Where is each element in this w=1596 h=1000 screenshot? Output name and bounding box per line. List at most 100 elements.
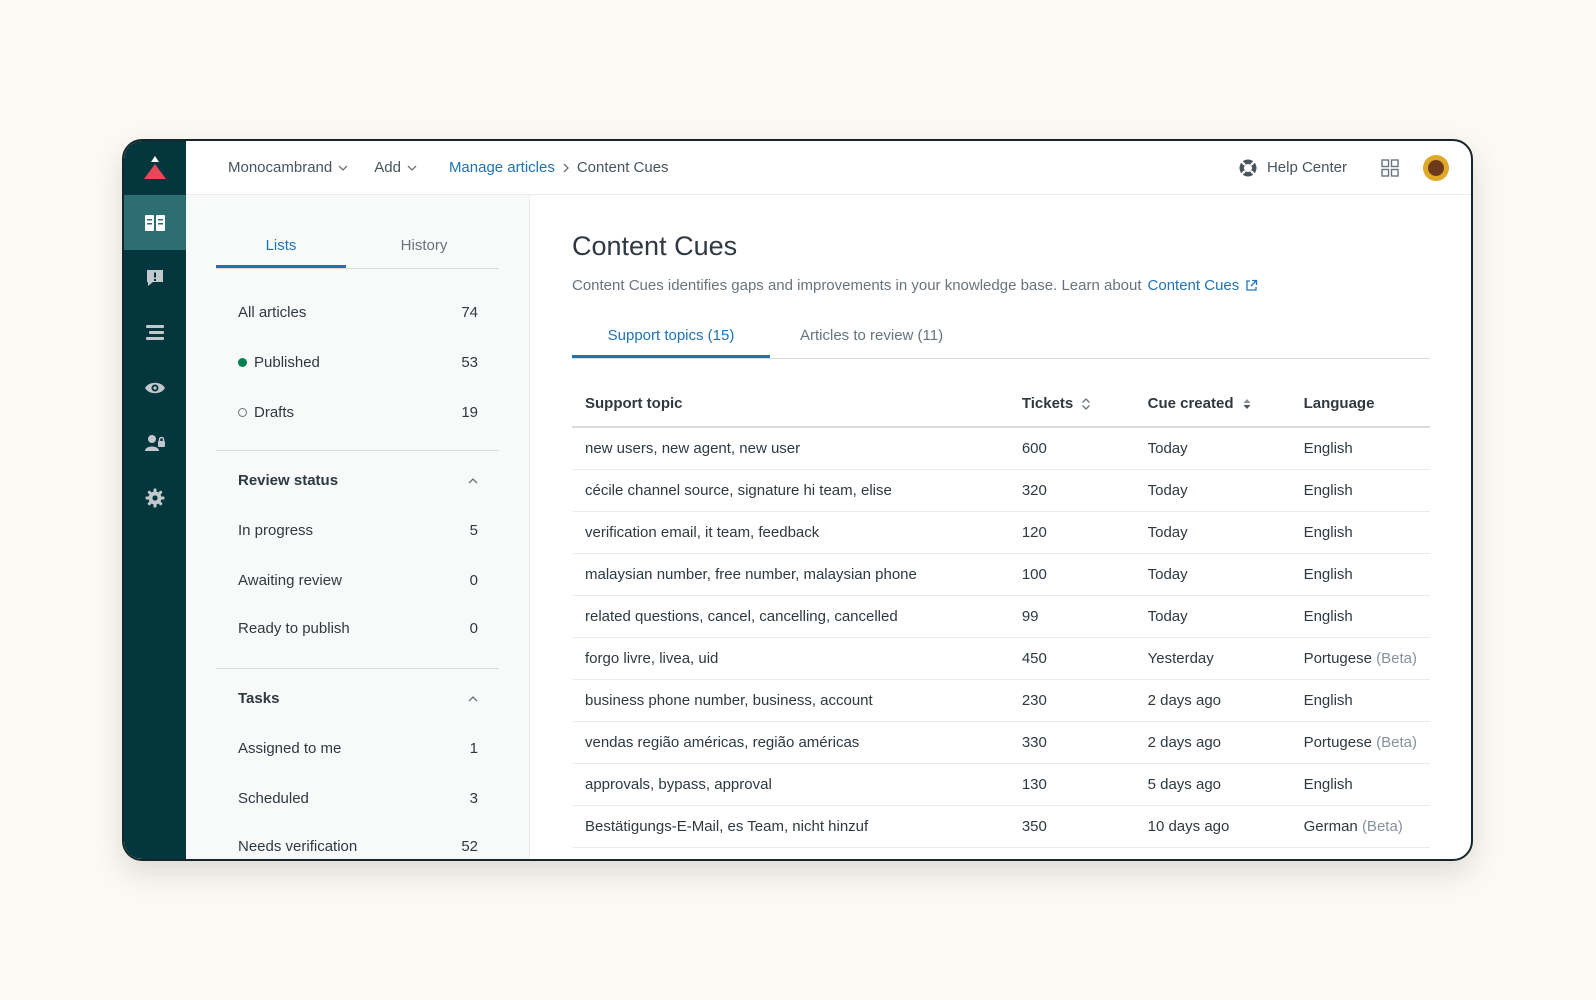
breadcrumb-manage-articles[interactable]: Manage articles (449, 159, 555, 176)
language-label: German (1303, 817, 1358, 835)
draft-status-dot (238, 408, 247, 417)
list-item-drafts[interactable]: Drafts 19 (238, 404, 478, 421)
help-center-link[interactable]: Help Center (1238, 158, 1347, 178)
chevron-right-icon (563, 163, 569, 172)
list-item-in-progress[interactable]: In progress 5 (238, 522, 478, 539)
add-label: Add (374, 159, 401, 176)
cell-cue-created: 5 days ago (1134, 763, 1291, 806)
panel-tabs: Lists History (216, 223, 499, 269)
cell-support-topic: cécile channel source, signature hi team… (572, 469, 1009, 512)
cell-cue-created: Today (1134, 595, 1291, 638)
list-item-published[interactable]: Published 53 (238, 354, 478, 371)
column-cue-created[interactable]: Cue created (1134, 381, 1291, 428)
beta-badge: (Beta) (1376, 733, 1417, 751)
language-label: English (1303, 565, 1353, 583)
chevron-down-icon (407, 165, 417, 171)
help-center-label: Help Center (1266, 159, 1347, 176)
lists-panel: Lists History All articles 74 Published … (186, 195, 530, 859)
list-item-assigned-to-me[interactable]: Assigned to me 1 (238, 740, 478, 757)
sort-icon[interactable] (1081, 397, 1091, 411)
table-row[interactable]: related questions, cancel, cancelling, c… (572, 595, 1430, 638)
table-row[interactable]: business phone number, business, account… (572, 679, 1430, 722)
list-item-label: All articles (238, 304, 307, 321)
cell-cue-created: 2 days ago (1134, 679, 1291, 722)
cell-tickets: 99 (1008, 595, 1135, 638)
list-item-ready-to-publish[interactable]: Ready to publish 0 (238, 620, 478, 637)
external-link-icon[interactable] (1245, 279, 1258, 292)
column-label: Cue created (1147, 395, 1234, 412)
cell-cue-created: Today (1134, 553, 1291, 596)
list-item-count: 52 (461, 838, 478, 855)
language-label: English (1303, 523, 1353, 541)
guide-logo-icon[interactable] (124, 141, 186, 195)
list-item-count: 0 (469, 572, 478, 589)
cell-support-topic: related questions, cancel, cancelling, c… (572, 595, 1009, 638)
add-menu[interactable]: Add (374, 159, 417, 176)
cell-support-topic: malaysian number, free number, malaysian… (572, 553, 1009, 596)
language-label: English (1303, 775, 1353, 793)
table-row[interactable]: Bestätigungs-E-Mail, es Team, nicht hinz… (572, 805, 1430, 848)
tab-lists[interactable]: Lists (216, 223, 346, 268)
list-item-count: 1 (469, 740, 478, 757)
cell-tickets: 120 (1008, 511, 1135, 554)
knowledge-base-icon[interactable] (124, 195, 186, 250)
list-item-label: Scheduled (238, 790, 309, 807)
cell-language: English (1290, 553, 1430, 596)
list-item-awaiting-review[interactable]: Awaiting review 0 (238, 572, 478, 589)
list-item-scheduled[interactable]: Scheduled 3 (238, 790, 478, 807)
cell-tickets: 350 (1008, 805, 1135, 848)
cell-support-topic: approvals, bypass, approval (572, 763, 1009, 806)
list-icon[interactable] (124, 305, 186, 360)
review-status-header[interactable]: Review status (238, 472, 478, 489)
tasks-header[interactable]: Tasks (238, 690, 478, 707)
lifebuoy-icon (1239, 159, 1257, 176)
eye-icon[interactable] (124, 360, 186, 415)
list-item-count: 53 (461, 354, 478, 371)
content-cues-main: Content Cues Content Cues identifies gap… (531, 195, 1471, 859)
table-row[interactable]: malaysian number, free number, malaysian… (572, 553, 1430, 596)
sort-descending-icon[interactable] (1242, 397, 1252, 411)
cell-language: German (Beta) (1290, 805, 1430, 848)
list-item-count: 0 (469, 620, 478, 637)
gear-icon[interactable] (124, 470, 186, 525)
chevron-up-icon (468, 695, 478, 701)
table-row[interactable]: vendas região américas, região américas 3… (572, 721, 1430, 764)
table-row[interactable]: forgo livre, livea, uid 450 Yesterday Portu… (572, 637, 1430, 680)
tab-support-topics[interactable]: Support topics (15) (572, 315, 770, 358)
divider (216, 450, 499, 451)
language-label: English (1303, 607, 1353, 625)
cell-language: English (1290, 763, 1430, 806)
cell-tickets: 100 (1008, 553, 1135, 596)
app-window: Monocambrand Add Manage articles Content… (122, 139, 1473, 861)
cell-tickets: 600 (1008, 427, 1135, 470)
tab-articles-to-review[interactable]: Articles to review (11) (800, 315, 943, 358)
list-item-needs-verification[interactable]: Needs verification 52 (238, 838, 478, 855)
column-tickets[interactable]: Tickets (1008, 381, 1135, 428)
user-lock-icon[interactable] (124, 415, 186, 470)
list-item-label: Assigned to me (238, 740, 342, 757)
cell-support-topic: forgo livre, livea, uid (572, 637, 1009, 680)
content-cues-link[interactable]: Content Cues (1148, 277, 1240, 294)
apps-grid-icon[interactable] (1381, 158, 1399, 177)
brand-switcher[interactable]: Monocambrand (228, 159, 348, 176)
section-title: Tasks (238, 690, 280, 707)
top-bar: Monocambrand Add Manage articles Content… (186, 141, 1471, 195)
list-item-label: Ready to publish (238, 620, 350, 637)
alert-icon[interactable] (124, 250, 186, 305)
cell-cue-created: Today (1134, 469, 1291, 512)
cell-support-topic: Bestätigungs-E-Mail, es Team, nicht hinz… (572, 805, 1009, 848)
table-row[interactable]: cécile channel source, signature hi team… (572, 469, 1430, 512)
table-row[interactable]: verification email, it team, feedback 120… (572, 511, 1430, 554)
list-item-label: In progress (238, 522, 314, 539)
tab-history[interactable]: History (359, 223, 489, 268)
avatar[interactable] (1423, 154, 1449, 181)
divider (216, 668, 499, 669)
table-header-row: Support topic Tickets Cue created Langua… (572, 381, 1430, 428)
cell-cue-created: Today (1134, 427, 1291, 470)
table-row[interactable]: new users, new agent, new user 600 Today En… (572, 427, 1430, 470)
list-item-all-articles[interactable]: All articles 74 (238, 304, 478, 321)
brand-label: Monocambrand (228, 159, 333, 176)
table-row[interactable]: approvals, bypass, approval 130 5 days ago… (572, 763, 1430, 806)
beta-badge: (Beta) (1376, 649, 1417, 667)
list-item-count: 74 (461, 304, 478, 321)
